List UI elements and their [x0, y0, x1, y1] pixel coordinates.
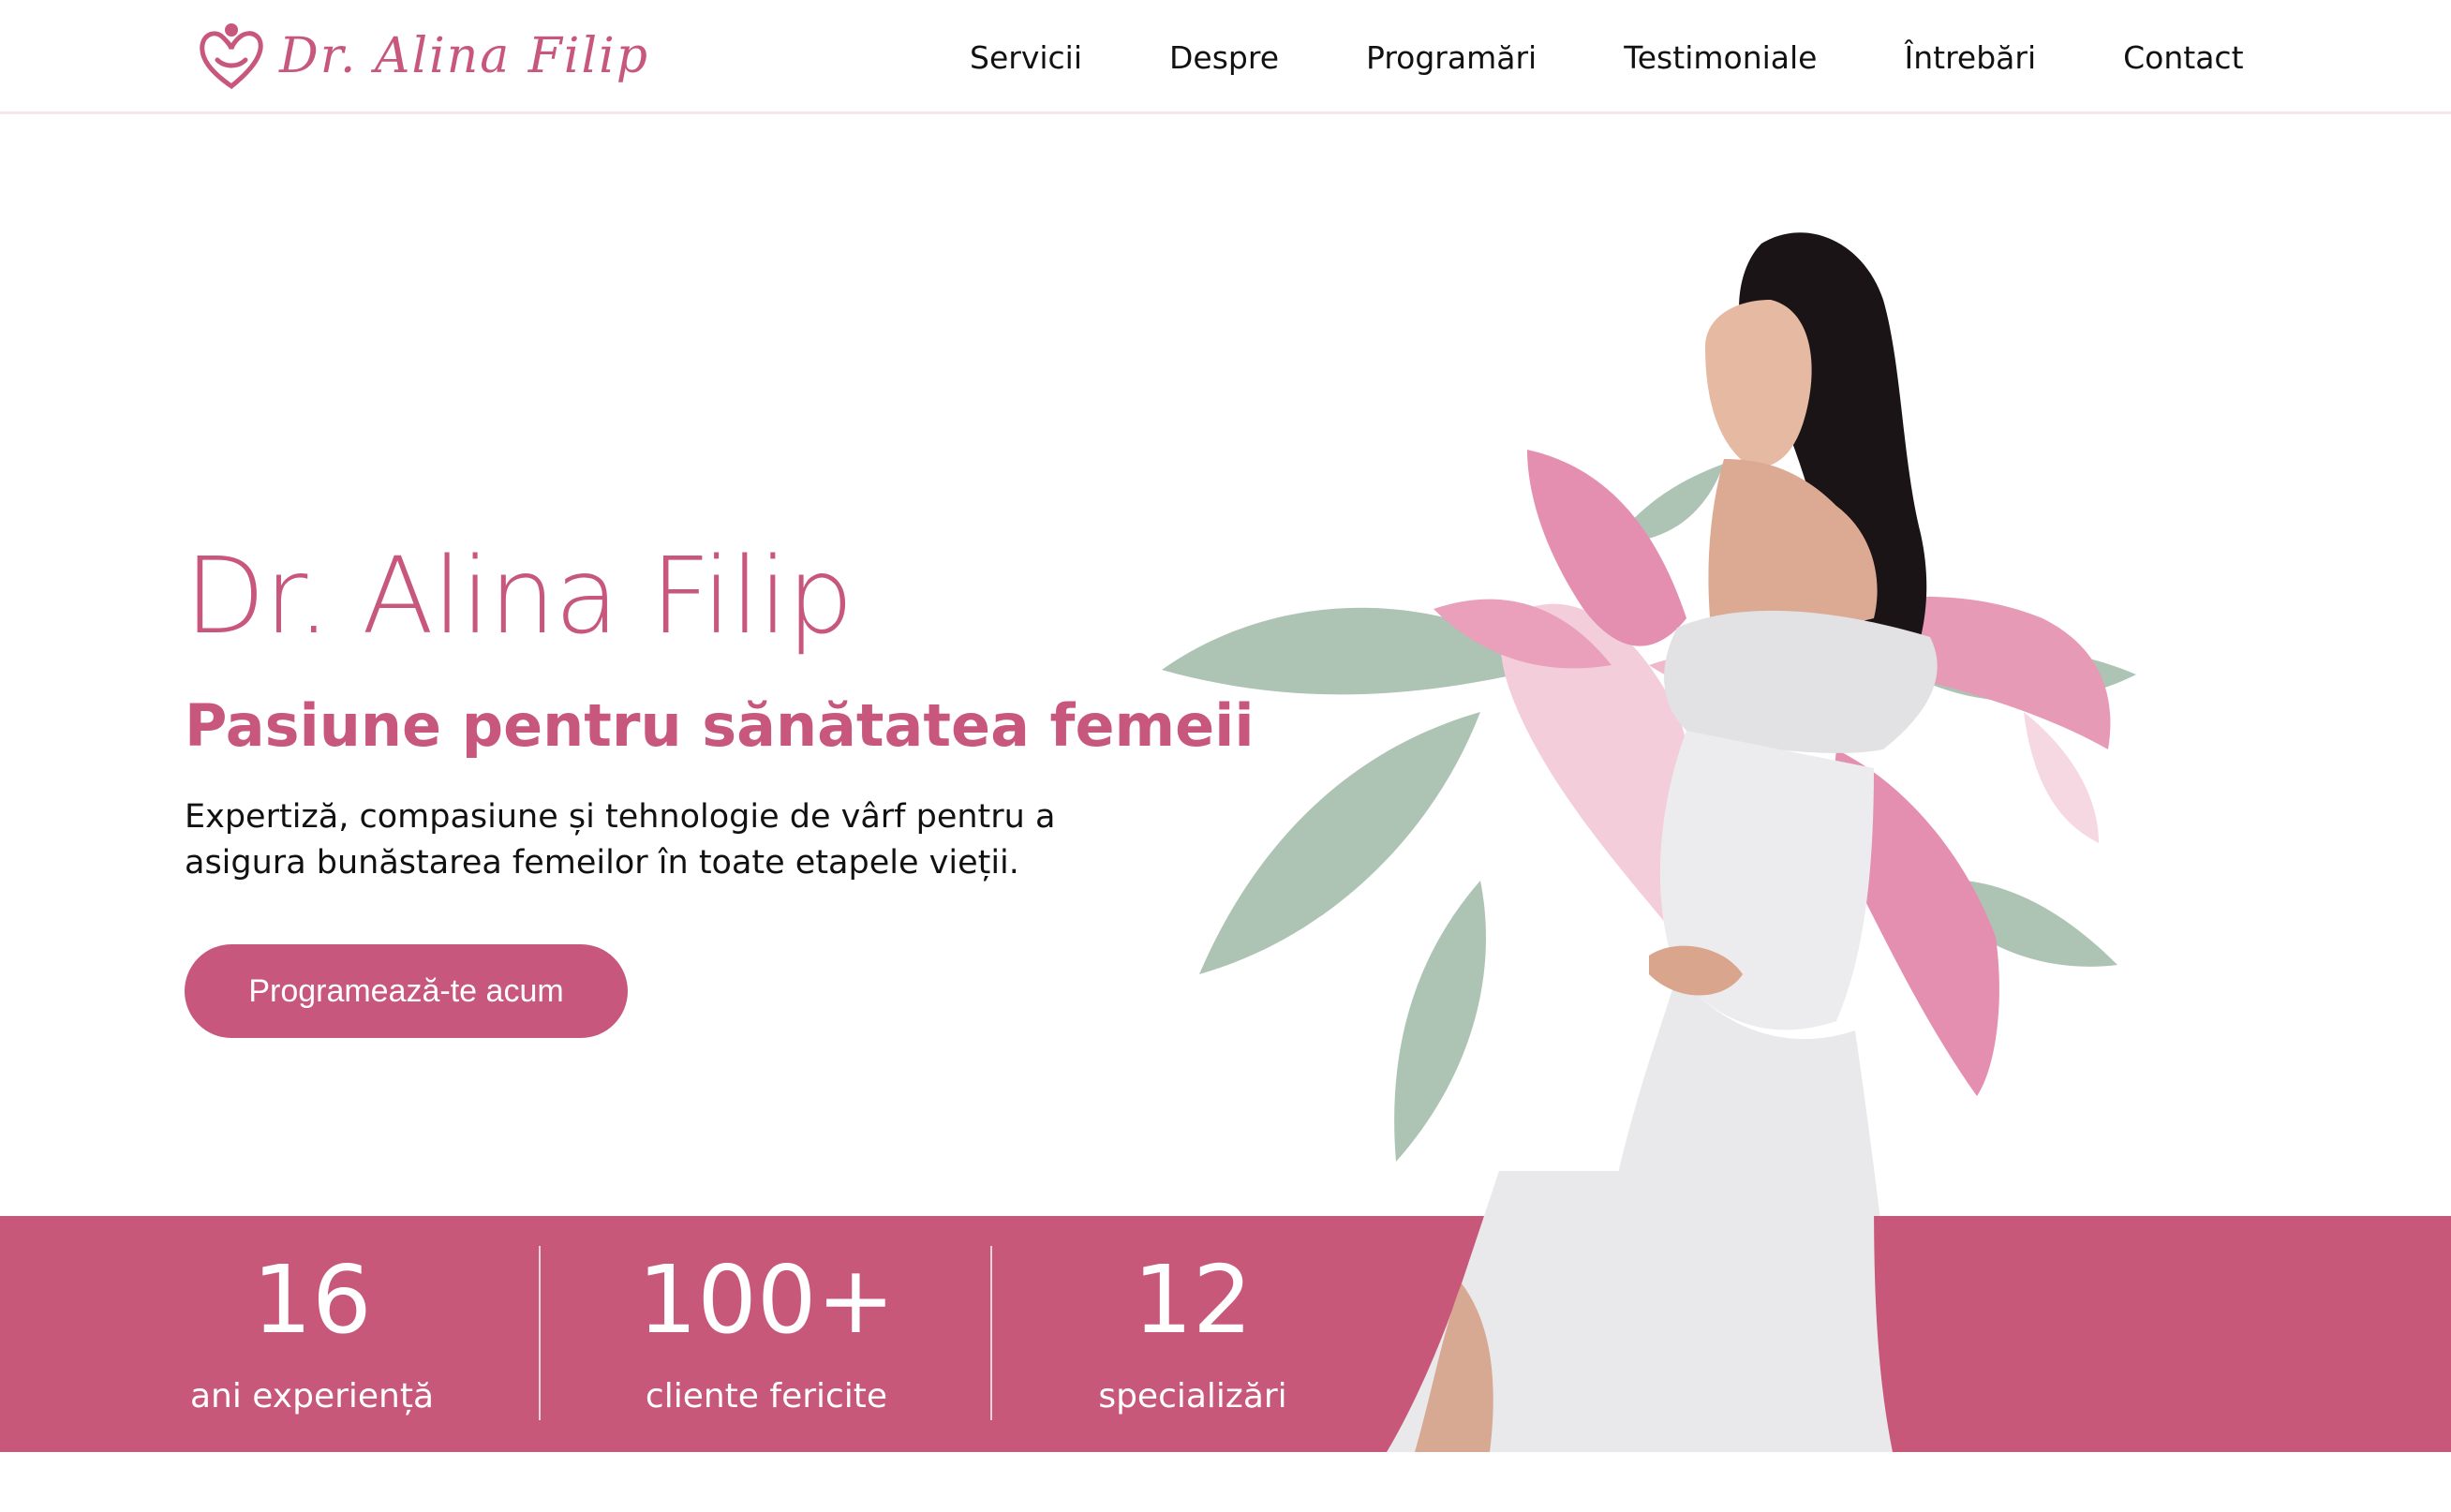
hero-subtitle-rest: pentru sănătatea femeii — [441, 691, 1255, 760]
main-nav: Servicii Despre Programări Testimoniale … — [970, 0, 2244, 114]
stat-label: ani experiență — [189, 1377, 435, 1416]
stat-divider — [539, 1246, 541, 1420]
nav-servicii[interactable]: Servicii — [970, 39, 1082, 76]
site-header: Dr. Alina Filip Servicii Despre Programă… — [0, 0, 2451, 114]
stat-specializations: 12 specializări — [1021, 1216, 1364, 1452]
stat-value: 12 — [1133, 1245, 1253, 1355]
heart-logo-icon — [200, 23, 263, 90]
nav-contact[interactable]: Contact — [2123, 39, 2243, 76]
hero-subtitle: Pasiune pentru sănătatea femeii — [185, 691, 1255, 760]
stat-experience: 16 ani experiență — [141, 1216, 483, 1452]
hero-subtitle-bold: Pasiune — [185, 691, 442, 760]
nav-testimoniale[interactable]: Testimoniale — [1624, 39, 1817, 76]
stat-label: specializări — [1098, 1377, 1287, 1416]
hero-title: Dr. Alina Filip — [185, 536, 854, 658]
stat-value: 16 — [252, 1245, 372, 1355]
hero-description: Expertiză, compasiune și tehnologie de v… — [185, 798, 1056, 882]
logo[interactable]: Dr. Alina Filip — [197, 13, 649, 99]
stats-band: 16 ani experiență 100+ cliente fericite … — [0, 1216, 2451, 1452]
nav-intrebari[interactable]: Întrebări — [1904, 39, 2036, 76]
stat-clients: 100+ cliente fericite — [595, 1216, 938, 1452]
nav-programari[interactable]: Programări — [1366, 39, 1537, 76]
stat-divider — [990, 1246, 992, 1420]
logo-text: Dr. Alina Filip — [279, 28, 649, 84]
book-appointment-button[interactable]: Programează-te acum — [185, 944, 628, 1038]
stat-value: 100+ — [637, 1245, 896, 1355]
stat-label: cliente fericite — [645, 1377, 888, 1416]
dress-overlay — [1387, 1171, 1893, 1452]
nav-despre[interactable]: Despre — [1169, 39, 1279, 76]
